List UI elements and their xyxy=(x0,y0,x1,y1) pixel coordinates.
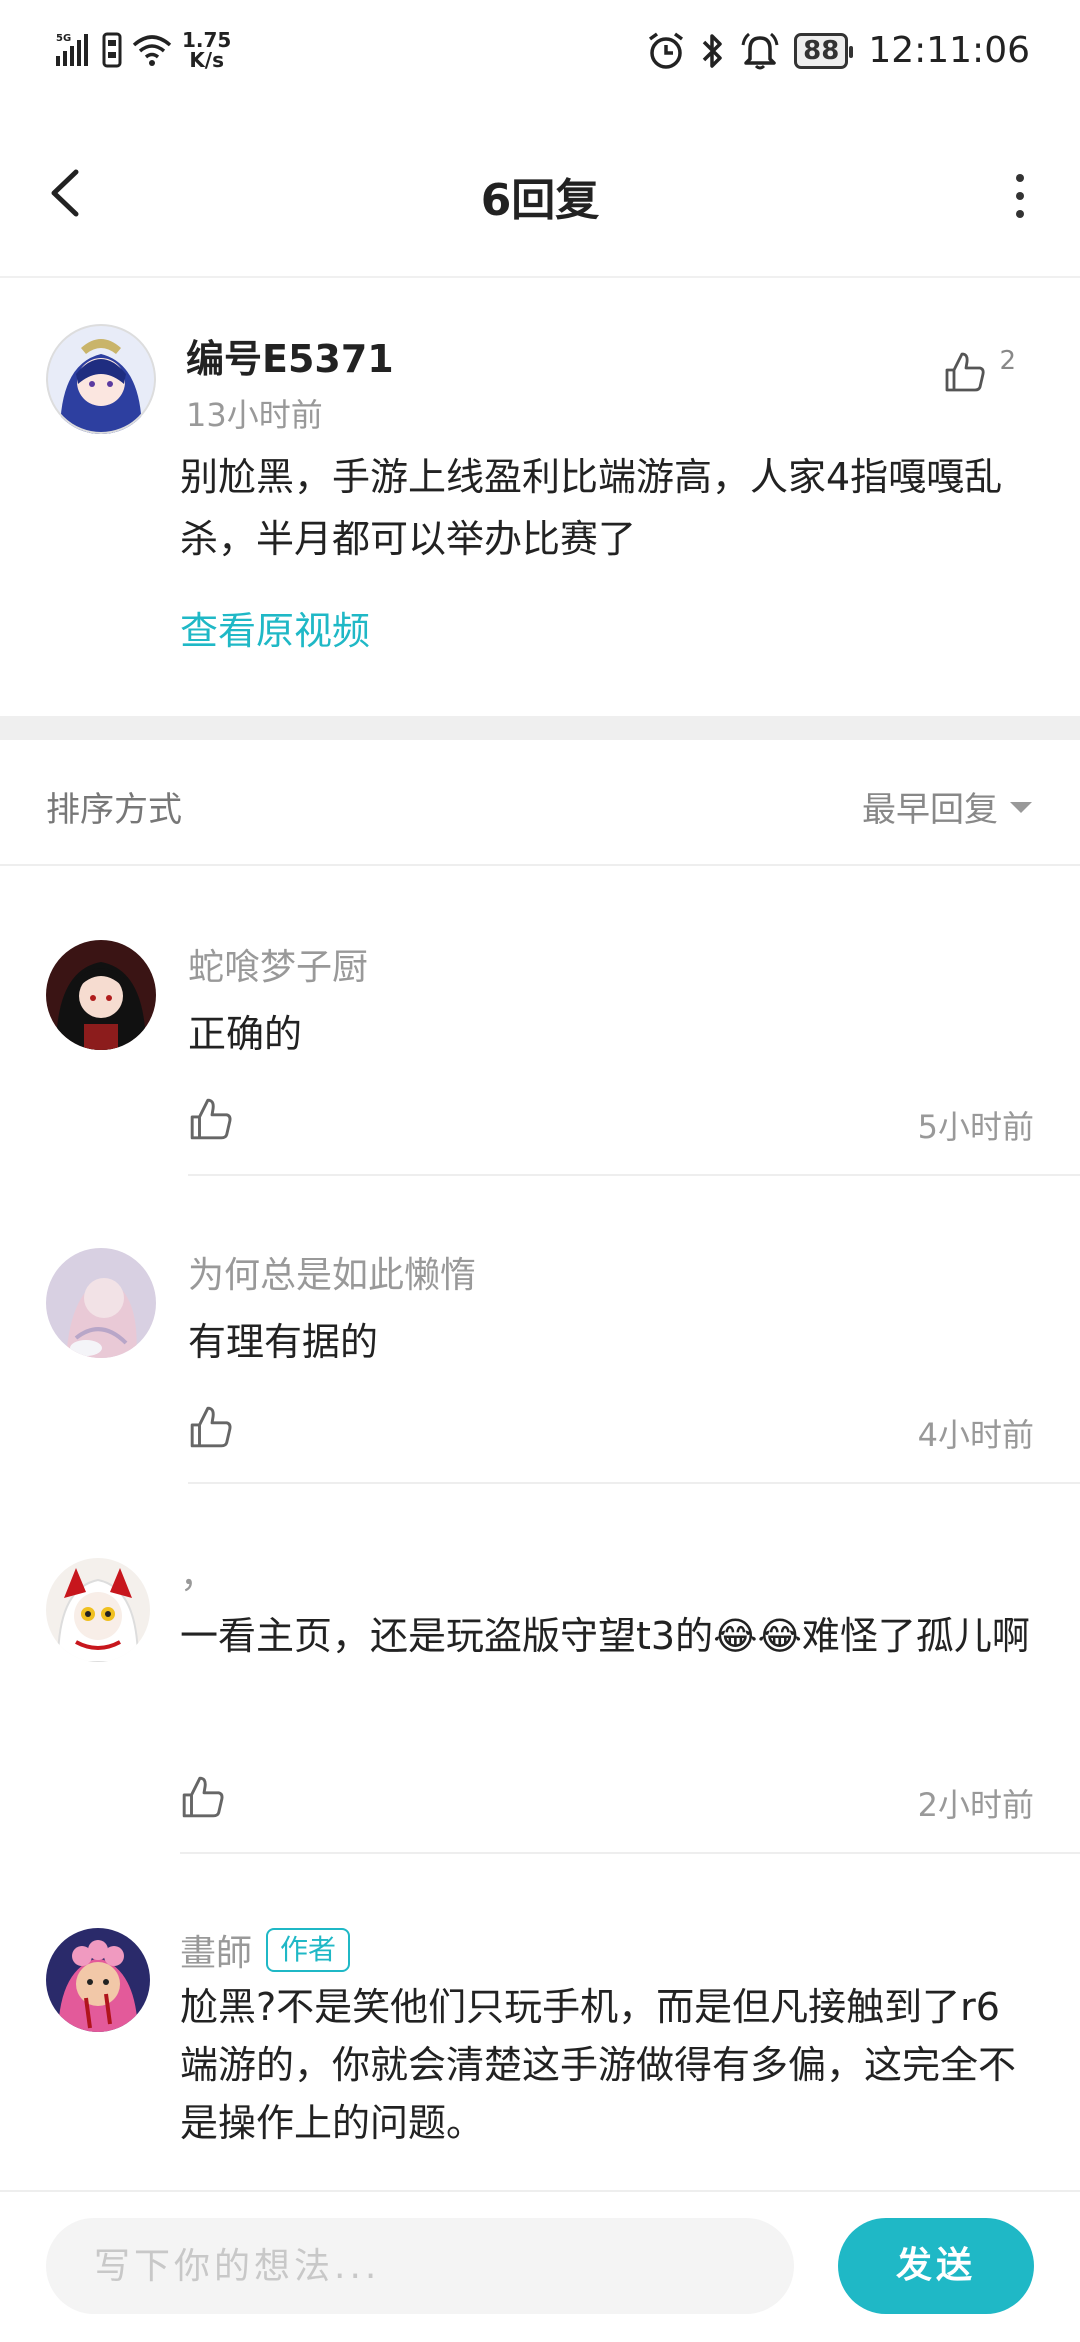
reply-username-text: 蛇喰梦子厨 xyxy=(188,947,369,988)
reply-username[interactable]: 蛇喰梦子厨 xyxy=(188,938,368,990)
send-button[interactable]: 发送 xyxy=(838,2218,1034,2314)
signal-icon: 5G xyxy=(56,33,88,66)
more-vertical-icon xyxy=(1016,174,1024,218)
wifi-icon xyxy=(132,35,172,66)
top-nav-bar: 6回复 xyxy=(0,110,1080,278)
thumbs-up-icon xyxy=(946,352,986,392)
reply-username[interactable]: ， xyxy=(180,1546,216,1598)
sort-bar: 排序方式 最早回复 xyxy=(0,740,1080,866)
bell-icon xyxy=(741,32,779,69)
post-like-count: 2 xyxy=(999,346,1016,376)
sort-selected-value: 最早回复 xyxy=(862,790,998,830)
reply-time: 2小时前 xyxy=(917,1786,1034,1824)
more-options-button[interactable] xyxy=(1000,166,1040,226)
avatar[interactable] xyxy=(46,324,156,434)
thumbs-up-icon xyxy=(190,1406,232,1448)
reply-text: 正确的 xyxy=(188,1012,303,1056)
sort-dropdown[interactable]: 最早回复 xyxy=(862,782,1034,831)
reply-username[interactable]: 为何总是如此懒惰 xyxy=(188,1246,476,1298)
status-bar: 5G 1.75 K/s 88 12:11:06 xyxy=(0,0,1080,110)
post-username[interactable]: 编号E5371 xyxy=(186,328,394,383)
battery-icon: 88 xyxy=(794,32,854,69)
dropdown-triangle-icon xyxy=(1010,801,1032,813)
reply-time: 4小时前 xyxy=(917,1416,1034,1454)
avatar[interactable] xyxy=(46,1928,150,2032)
author-badge: 作者 xyxy=(266,1928,351,1972)
sim-icon xyxy=(102,32,122,68)
thumbs-up-icon xyxy=(190,1098,232,1140)
comment-input[interactable] xyxy=(46,2218,794,2314)
avatar[interactable] xyxy=(46,1558,150,1662)
view-original-video-link[interactable]: 查看原视频 xyxy=(180,600,370,655)
network-speed-unit: K/s xyxy=(189,48,225,72)
reply-like-button[interactable] xyxy=(188,1404,234,1450)
svg-text:5G: 5G xyxy=(56,33,71,44)
avatar[interactable] xyxy=(46,1248,156,1358)
post-body: 别尬黑，手游上线盈利比端游高，人家4指嘎嘎乱杀，半月都可以举办比赛了 xyxy=(180,455,1003,561)
reply-item: 畫師 作者 尬黑?不是笑他们只玩手机，而是但凡接触到了r6端游的，你就会清楚这手… xyxy=(0,1854,1080,2190)
status-time: 12:11:06 xyxy=(868,30,1030,71)
section-divider xyxy=(0,716,1080,740)
network-speed-value: 1.75 xyxy=(182,28,232,52)
reply-username-text: ， xyxy=(180,1555,217,1596)
reply-item: ， 一看主页，还是玩盗版守望t3的😂😂难怪了孤儿啊 2小时前 xyxy=(0,1484,1080,1854)
sort-label: 排序方式 xyxy=(46,790,182,830)
reply-text: 一看主页，还是玩盗版守望t3的😂😂难怪了孤儿啊 xyxy=(180,1614,1030,1658)
bluetooth-icon xyxy=(702,33,722,68)
comment-bar: 发送 xyxy=(0,2190,1080,2342)
original-comment: 编号E5371 13小时前 2 别尬黑，手游上线盈利比端游高，人家4指嘎嘎乱杀，… xyxy=(0,278,1080,716)
post-like-button[interactable]: 2 xyxy=(943,346,1016,394)
thumbs-up-icon xyxy=(182,1776,224,1818)
alarm-icon xyxy=(649,32,684,69)
page-title: 6回复 xyxy=(480,175,600,226)
avatar[interactable] xyxy=(46,940,156,1050)
reply-time: 5小时前 xyxy=(917,1108,1034,1146)
reply-text: 有理有据的 xyxy=(188,1320,379,1364)
reply-text: 尬黑?不是笑他们只玩手机，而是但凡接触到了r6端游的，你就会清楚这手游做得有多偏… xyxy=(180,1985,1017,2145)
status-right: 88 12:11:06 xyxy=(646,30,1030,71)
reply-item: 为何总是如此懒惰 有理有据的 4小时前 xyxy=(0,1176,1080,1484)
reply-username-text: 为何总是如此懒惰 xyxy=(188,1255,477,1296)
reply-item: 蛇喰梦子厨 正确的 5小时前 xyxy=(0,866,1080,1176)
reply-like-button[interactable] xyxy=(180,1774,226,1820)
battery-level: 88 xyxy=(803,35,840,66)
reply-like-button[interactable] xyxy=(188,1096,234,1142)
network-speed: 1.75 K/s xyxy=(182,30,231,70)
reply-username[interactable]: 畫師 作者 xyxy=(180,1924,351,1976)
post-time: 13小时前 xyxy=(186,396,323,434)
reply-username-text: 畫師 xyxy=(180,1933,253,1974)
status-left: 5G 1.75 K/s xyxy=(56,30,231,70)
